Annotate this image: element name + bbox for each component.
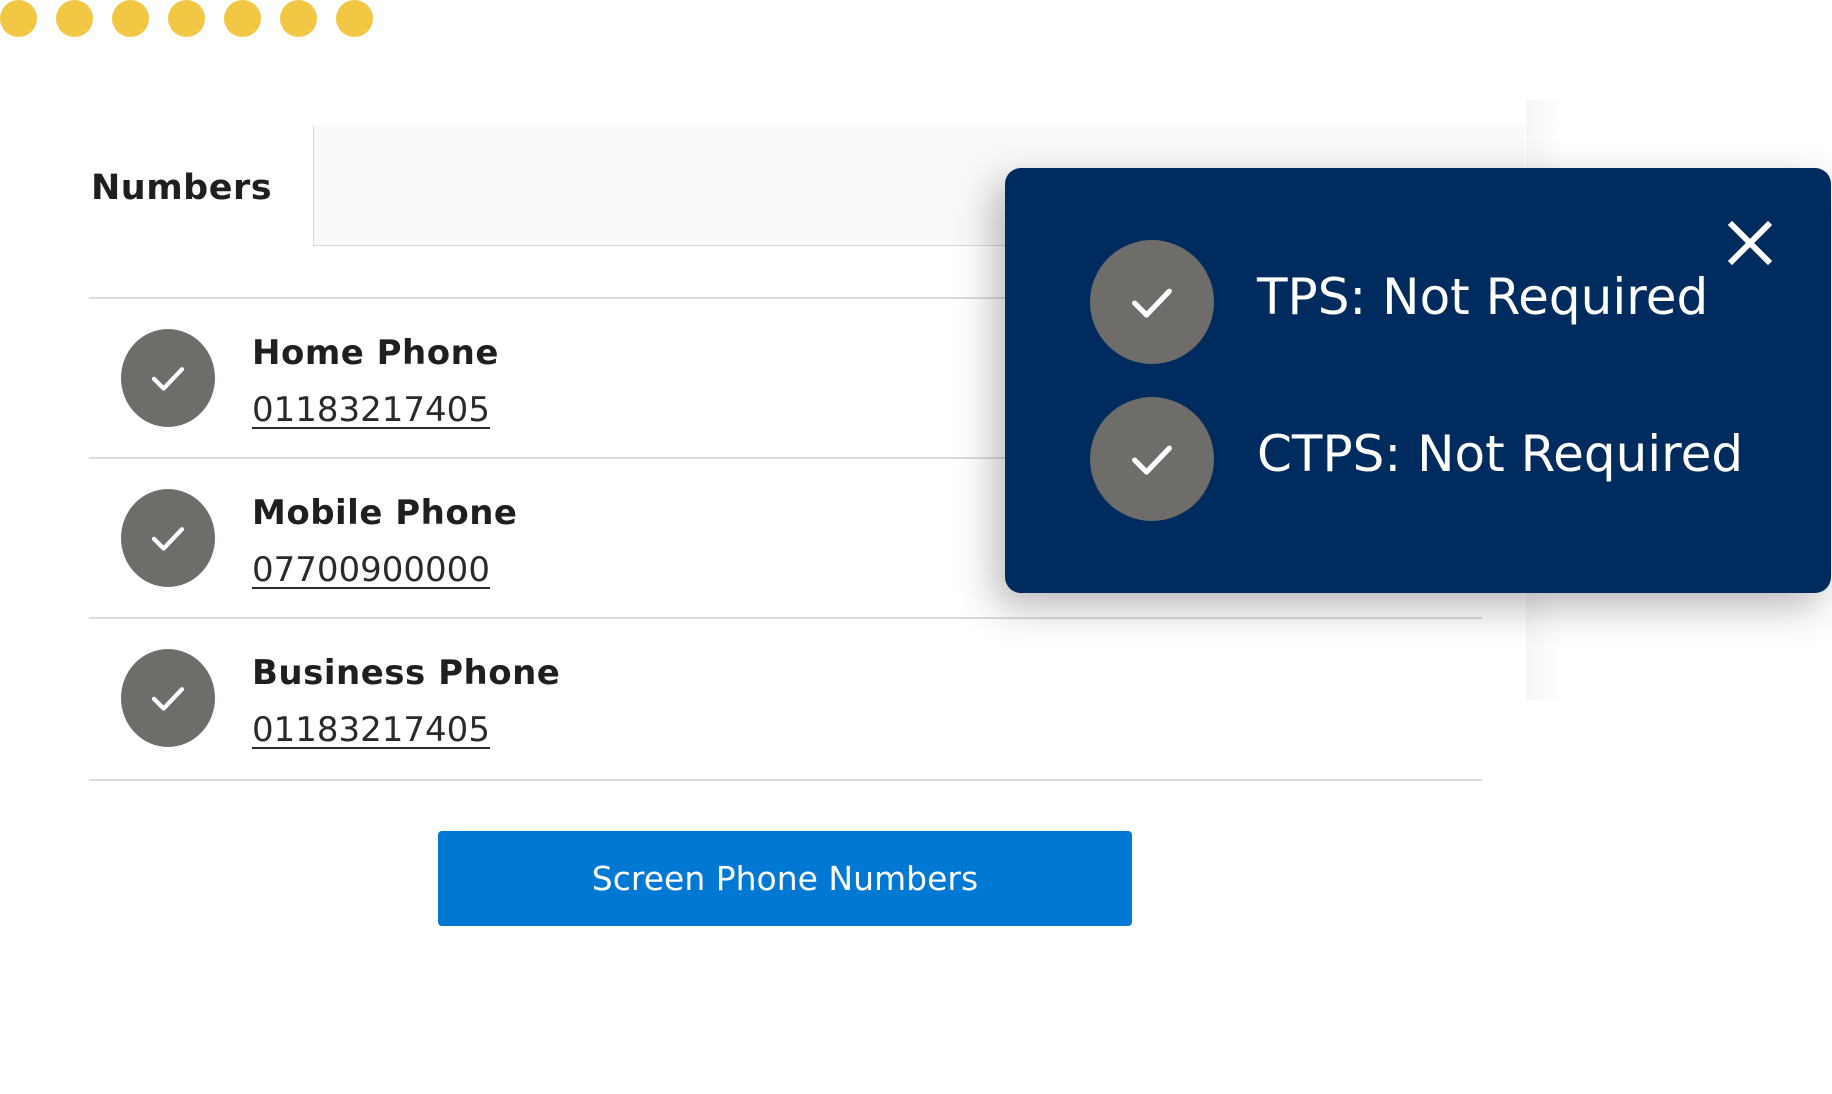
decorative-dot (112, 0, 149, 37)
tps-status-text: TPS: Not Required (1257, 268, 1709, 326)
check-icon (1090, 240, 1214, 364)
check-icon (1090, 397, 1214, 521)
numbers-label: Numbers (91, 168, 273, 208)
decorative-dot (280, 0, 317, 37)
decorative-dot (336, 0, 373, 37)
phone-number-link[interactable]: 07700900000 (252, 550, 490, 590)
phone-label: Home Phone (252, 333, 499, 373)
row-divider (89, 779, 1482, 781)
screen-phone-numbers-button[interactable]: Screen Phone Numbers (438, 831, 1132, 926)
decorative-dot (56, 0, 93, 37)
decorative-dot (0, 0, 37, 37)
decorative-dot (224, 0, 261, 37)
check-icon (121, 329, 215, 427)
phone-number-link[interactable]: 01183217405 (252, 390, 490, 430)
decorative-dot (168, 0, 205, 37)
phone-label: Mobile Phone (252, 493, 518, 533)
ctps-status-text: CTPS: Not Required (1257, 425, 1744, 483)
phone-row-business: Business Phone 01183217405 (89, 619, 1482, 777)
check-icon (121, 489, 215, 587)
phone-number-link[interactable]: 01183217405 (252, 710, 490, 750)
phone-label: Business Phone (252, 653, 561, 693)
check-icon (121, 649, 215, 747)
tps-status-item: TPS: Not Required (1090, 240, 1790, 364)
decorative-dots (0, 0, 400, 40)
ctps-status-item: CTPS: Not Required (1090, 397, 1790, 521)
tps-result-popup: TPS: Not Required CTPS: Not Required (1005, 168, 1831, 593)
